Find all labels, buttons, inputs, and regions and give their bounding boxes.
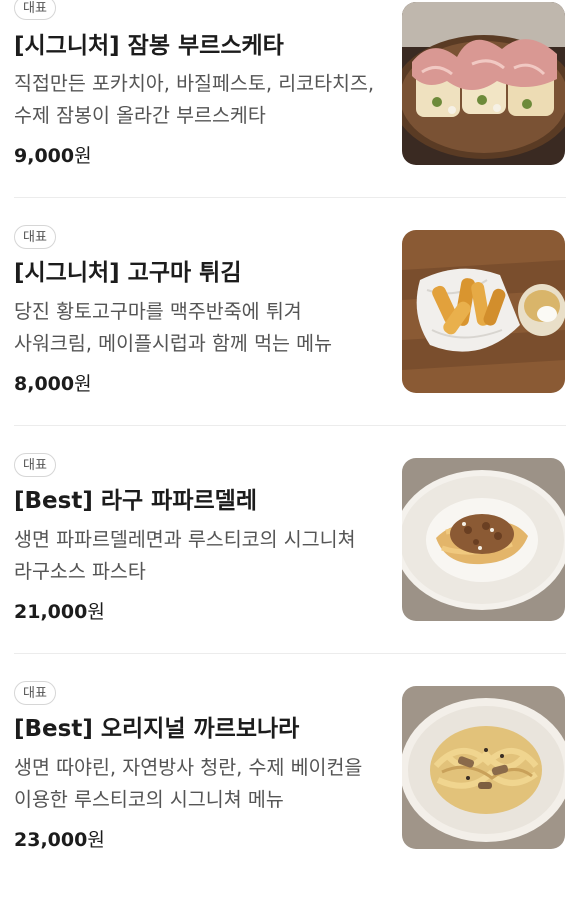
menu-item[interactable]: 대표 [Best] 오리지널 까르보나라 생면 따야린, 자연방사 청란, 수제… <box>0 678 580 906</box>
signature-badge: 대표 <box>14 0 56 20</box>
price-value: 21,000 <box>14 601 88 623</box>
divider <box>14 653 566 654</box>
signature-badge: 대표 <box>14 453 56 477</box>
price-value: 9,000 <box>14 145 75 167</box>
menu-price: 8,000원 <box>14 371 92 397</box>
menu-title: [시그니처] 잠봉 부르스케타 <box>14 33 284 59</box>
price-currency: 원 <box>74 145 92 167</box>
menu-title: [Best] 라구 파파르델레 <box>14 488 257 514</box>
signature-badge: 대표 <box>14 225 56 249</box>
signature-badge: 대표 <box>14 681 56 705</box>
menu-description: 생면 따야린, 자연방사 청란, 수제 베이컨을 이용한 루스티코의 시그니쳐 … <box>14 756 363 811</box>
bruschetta-image <box>402 2 565 165</box>
menu-price: 9,000원 <box>14 143 92 169</box>
menu-item[interactable]: 대표 [시그니처] 고구마 튀김 당진 황토고구마를 맥주반죽에 튀겨 사워크림… <box>0 222 580 450</box>
menu-description: 당진 황토고구마를 맥주반죽에 튀겨 사워크림, 메이플시럽과 함께 먹는 메뉴 <box>14 300 333 355</box>
divider <box>14 197 566 198</box>
menu-price: 21,000원 <box>14 599 105 625</box>
sweet-potato-fries-image <box>402 230 565 393</box>
ragu-pasta-image <box>402 458 565 621</box>
carbonara-image <box>402 686 565 849</box>
price-value: 8,000 <box>14 373 75 395</box>
carbonara-photo[interactable] <box>402 686 565 849</box>
sweet-potato-fries-photo[interactable] <box>402 230 565 393</box>
menu-item[interactable]: 대표 [Best] 라구 파파르델레 생면 파파르델레면과 루스티코의 시그니쳐… <box>0 450 580 678</box>
menu-title: [Best] 오리지널 까르보나라 <box>14 716 300 742</box>
menu-title: [시그니처] 고구마 튀김 <box>14 260 242 286</box>
price-currency: 원 <box>74 373 92 395</box>
bruschetta-photo[interactable] <box>402 2 565 165</box>
menu-item[interactable]: 대표 [시그니처] 잠봉 부르스케타 직접만든 포카치아, 바질페스토, 리코타… <box>0 0 580 228</box>
menu-price: 23,000원 <box>14 827 105 853</box>
price-currency: 원 <box>87 601 105 623</box>
ragu-pasta-photo[interactable] <box>402 458 565 621</box>
divider <box>14 425 566 426</box>
menu-description: 생면 파파르델레면과 루스티코의 시그니쳐 라구소스 파스타 <box>14 528 356 583</box>
price-currency: 원 <box>87 829 105 851</box>
price-value: 23,000 <box>14 829 88 851</box>
menu-description: 직접만든 포카치아, 바질페스토, 리코타치즈, 수제 잠봉이 올라간 부르스케… <box>14 72 375 127</box>
